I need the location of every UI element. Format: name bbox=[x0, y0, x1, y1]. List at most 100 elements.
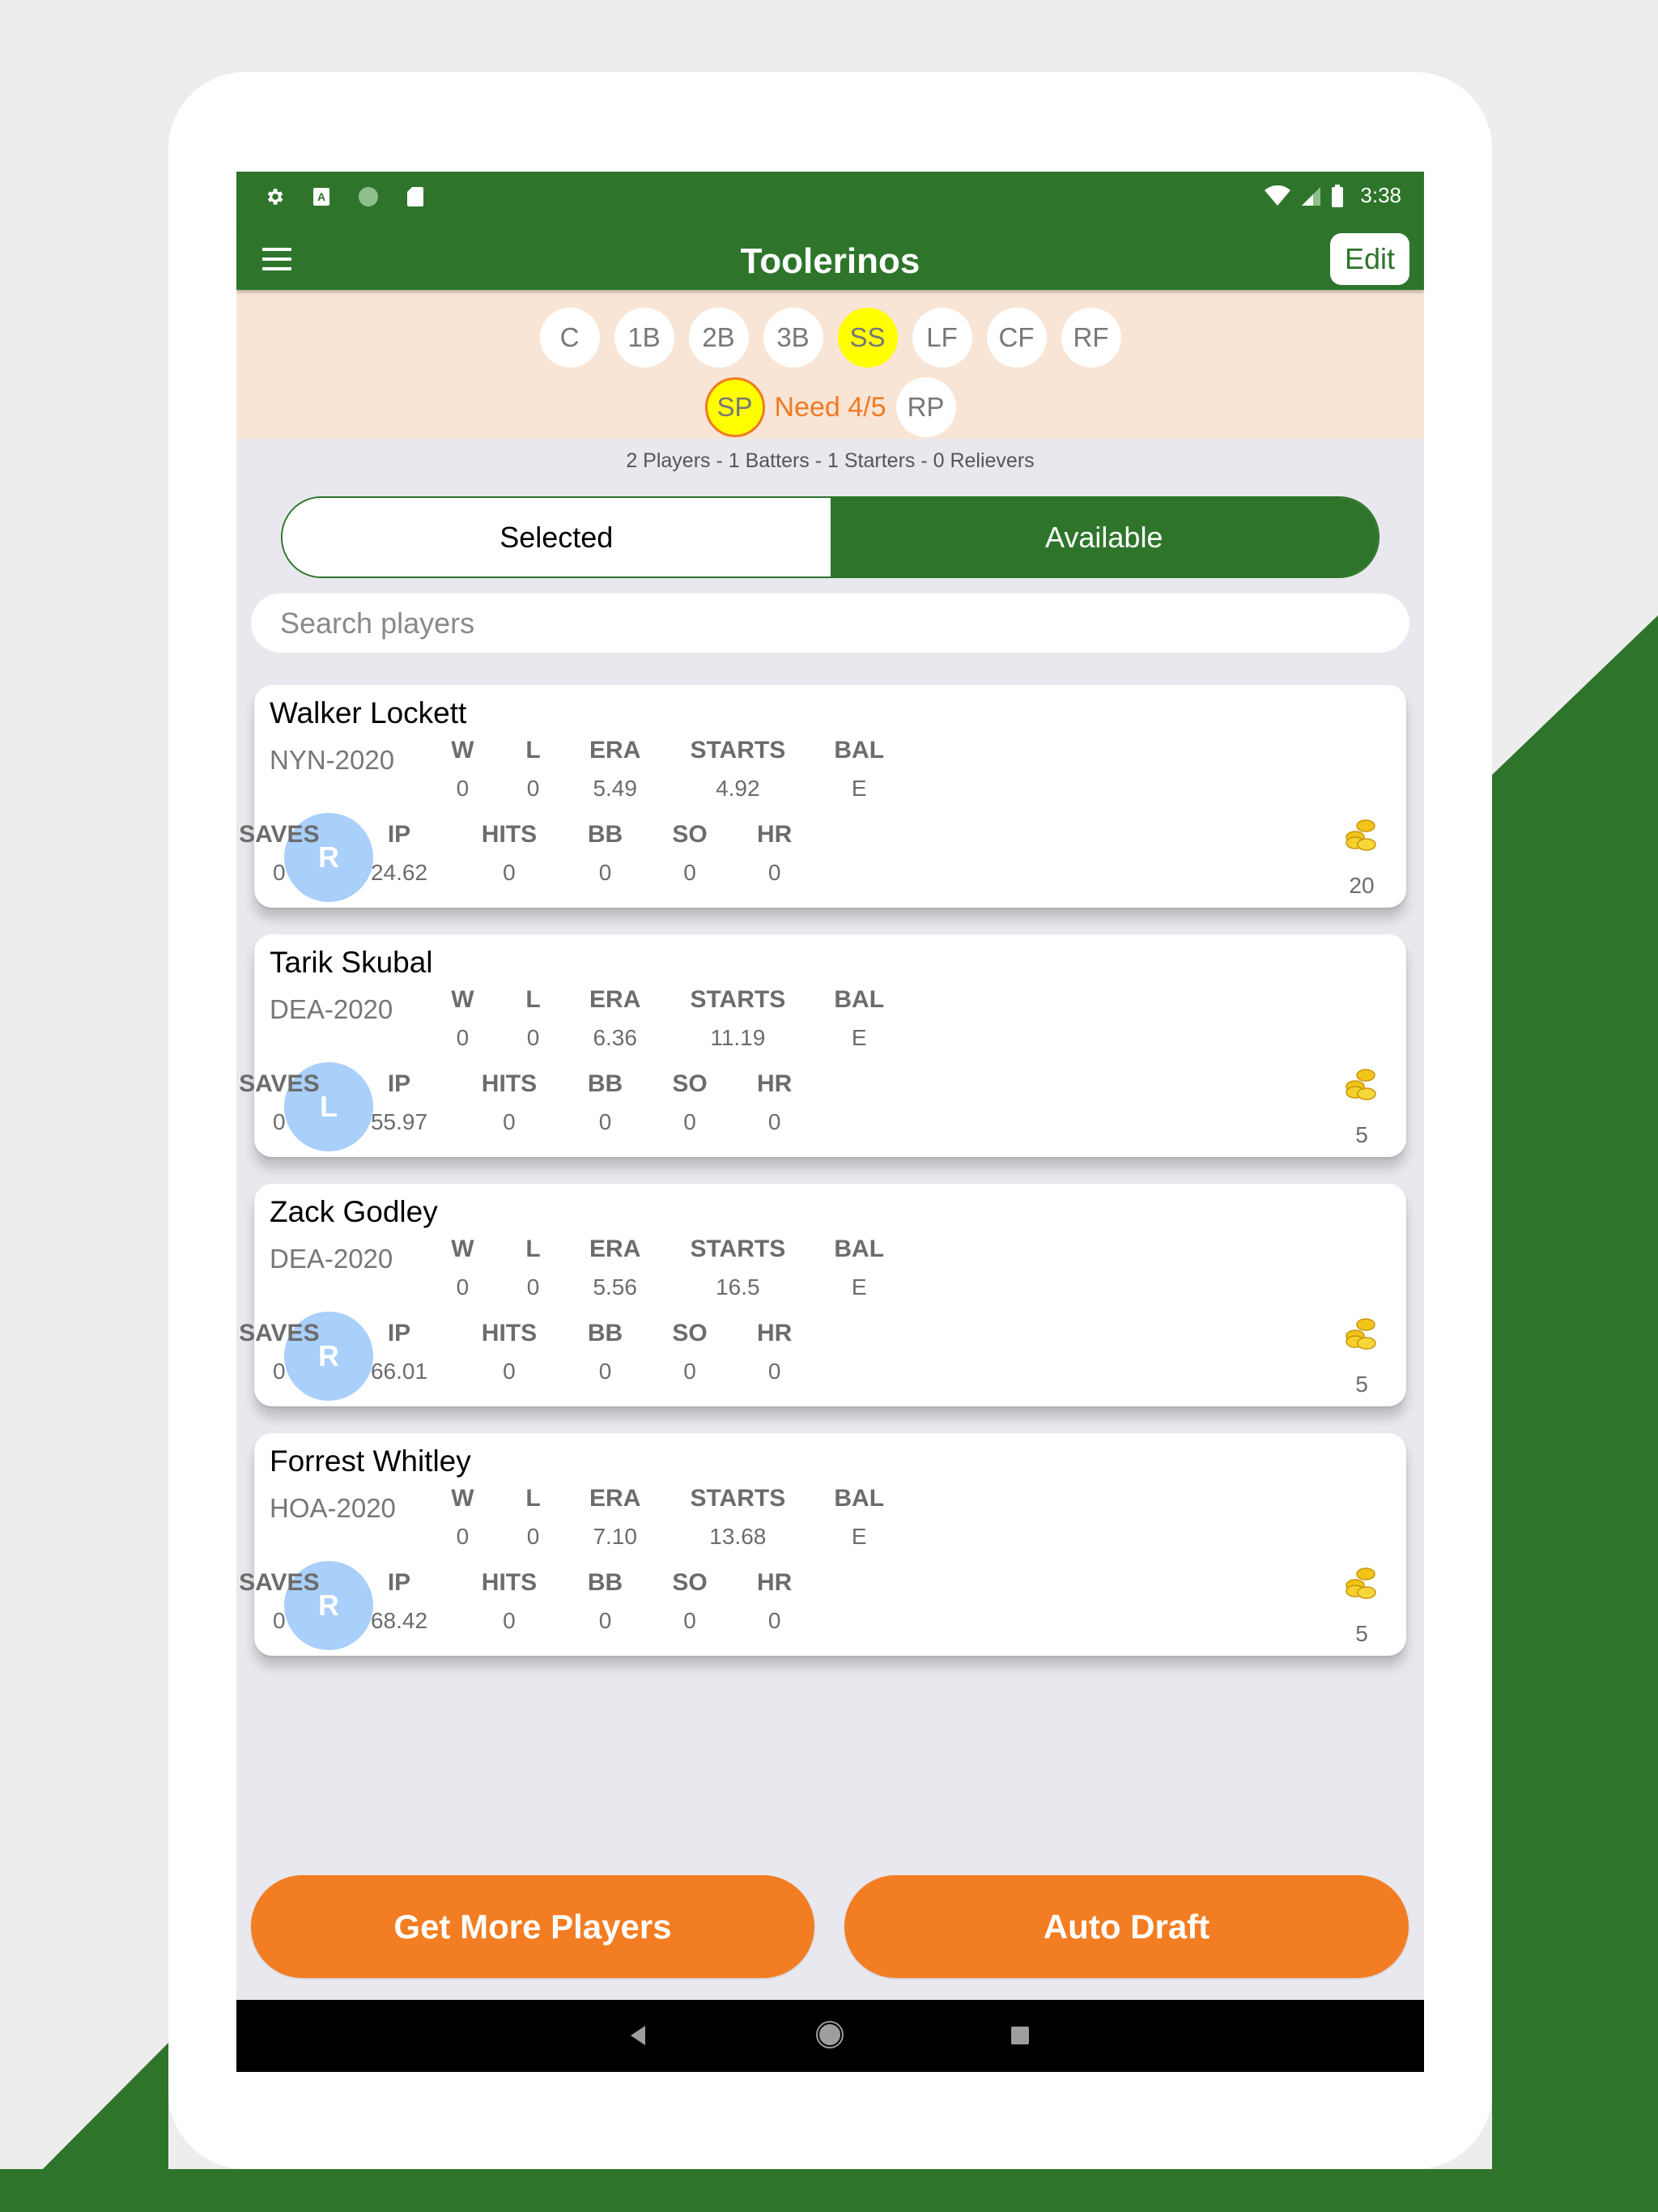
stat-label: ERA bbox=[589, 986, 641, 1013]
player-cost: 5 bbox=[1355, 1372, 1368, 1397]
stat-label: HR bbox=[756, 1070, 793, 1097]
stat-w: W0 bbox=[451, 1485, 474, 1550]
edit-button[interactable]: Edit bbox=[1329, 233, 1409, 285]
stat-value: 0 bbox=[767, 1608, 781, 1633]
stat-value: 0 bbox=[526, 1025, 540, 1050]
stat-value: 0 bbox=[598, 1608, 612, 1633]
home-icon[interactable] bbox=[818, 2023, 842, 2047]
position-rp[interactable]: RP bbox=[895, 377, 956, 437]
stat-era: ERA 5.49 bbox=[589, 737, 640, 802]
back-icon[interactable] bbox=[631, 2026, 645, 2045]
stat-hr: HR 0 bbox=[757, 1070, 792, 1135]
stat-label: BB bbox=[587, 1569, 623, 1596]
stat-value: E bbox=[851, 1025, 867, 1050]
position-3b[interactable]: 3B bbox=[763, 308, 823, 368]
position-cf[interactable]: CF bbox=[986, 308, 1047, 368]
stat-saves: SAVES 0 bbox=[239, 1569, 319, 1634]
player-cost: 5 bbox=[1355, 1122, 1368, 1147]
stat-saves: SAVES 0 bbox=[239, 1070, 319, 1135]
need-count: Need 4/5 bbox=[774, 391, 886, 423]
stat-label: BB bbox=[587, 1320, 623, 1346]
coins-icon bbox=[1346, 1566, 1378, 1602]
auto-draft-button[interactable]: Auto Draft bbox=[844, 1875, 1409, 1978]
tab-available[interactable]: Available bbox=[830, 498, 1378, 576]
get-more-players-button[interactable]: Get More Players bbox=[251, 1875, 814, 1978]
recents-icon[interactable] bbox=[1011, 2027, 1029, 2044]
stat-label: L bbox=[525, 737, 541, 764]
stat-value: E bbox=[851, 776, 867, 801]
stat-ip: IP 55.97 bbox=[371, 1070, 427, 1135]
stat-label: SAVES bbox=[239, 1569, 320, 1596]
player-card[interactable]: Zack Godley DEA-2020 R W 0 L 0 ERA 5.56 STARTS 16.… bbox=[239, 1184, 1406, 1406]
battery-icon bbox=[1332, 184, 1344, 207]
stat-label: IP bbox=[387, 821, 411, 848]
player-card[interactable]: Walker Lockett NYN-2020 R W 0 L 0 ERA 5.49 STARTS… bbox=[239, 685, 1406, 908]
player-card[interactable]: Forrest Whitley HOA-2020 R W 0 L 0 ERA 7.10 START… bbox=[239, 1433, 1406, 1656]
coins-icon bbox=[1346, 1317, 1378, 1352]
page-title: Toolerinos bbox=[740, 241, 920, 281]
position-ss[interactable]: SS bbox=[837, 308, 898, 368]
stat-label: IP bbox=[387, 1070, 411, 1097]
stat-starts: STARTS 13.68 bbox=[690, 1485, 785, 1550]
stat-w: W0 bbox=[451, 737, 474, 802]
stat-label: SAVES bbox=[239, 1320, 320, 1346]
stat-so: SO 0 bbox=[672, 1569, 707, 1634]
stat-value: 0 bbox=[273, 1109, 286, 1134]
stat-label: HR bbox=[756, 1569, 793, 1596]
stat-label: STARTS bbox=[690, 986, 786, 1013]
stat-label: IP bbox=[387, 1320, 411, 1346]
position-c[interactable]: C bbox=[539, 308, 600, 368]
stat-value: 7.10 bbox=[593, 1524, 637, 1549]
stat-label: SO bbox=[672, 1320, 708, 1346]
stat-starts: STARTS 16.5 bbox=[690, 1236, 785, 1300]
stat-value: 0 bbox=[456, 776, 470, 801]
position-lf[interactable]: LF bbox=[912, 308, 972, 368]
svg-text:A: A bbox=[317, 190, 325, 203]
stat-ip: IP 68.42 bbox=[371, 1569, 427, 1634]
stat-value: 0 bbox=[456, 1274, 470, 1300]
position-rf[interactable]: RF bbox=[1061, 308, 1121, 368]
stat-hits: HITS 0 bbox=[482, 1569, 537, 1634]
stat-label: HITS bbox=[481, 1070, 538, 1097]
player-name: Zack Godley bbox=[270, 1195, 438, 1228]
player-team: NYN-2020 bbox=[270, 745, 395, 775]
stat-label: BAL bbox=[834, 1236, 885, 1262]
stat-label: STARTS bbox=[690, 1236, 786, 1262]
position-1b[interactable]: 1B bbox=[614, 308, 674, 368]
position-sp[interactable]: SP bbox=[704, 377, 765, 437]
player-cost: 5 bbox=[1355, 1621, 1368, 1646]
stat-label: BB bbox=[587, 821, 623, 848]
player-name: Walker Lockett bbox=[270, 696, 467, 730]
stat-w: W0 bbox=[451, 1236, 474, 1300]
stat-value: 4.92 bbox=[716, 776, 760, 801]
status-bar: A 3:38 bbox=[236, 172, 1424, 228]
clock: 3:38 bbox=[1360, 183, 1401, 207]
stat-value: E bbox=[851, 1274, 867, 1300]
stat-value: 0 bbox=[503, 1359, 516, 1384]
wifi-icon bbox=[1265, 185, 1291, 206]
stat-so: SO 0 bbox=[672, 1070, 707, 1135]
stat-saves: SAVES 0 bbox=[239, 821, 319, 886]
stat-label: ERA bbox=[589, 1485, 641, 1512]
player-cost: 20 bbox=[1349, 873, 1375, 898]
stat-hr: HR 0 bbox=[757, 1320, 792, 1385]
stat-value: 11.19 bbox=[710, 1025, 766, 1050]
search-input[interactable] bbox=[251, 593, 1409, 653]
player-list: Walker Lockett NYN-2020 R W 0 L 0 ERA 5.49 STARTS… bbox=[239, 685, 1406, 1682]
sync-icon bbox=[359, 187, 378, 206]
player-card[interactable]: Tarik Skubal DEA-2020 L W 0 L 0 ERA 6.36 STARTS 11… bbox=[239, 934, 1406, 1157]
coins-icon bbox=[1346, 818, 1378, 853]
stat-so: SO 0 bbox=[672, 821, 707, 886]
stat-bal: BAL E bbox=[834, 1236, 884, 1300]
tab-selected[interactable]: Selected bbox=[283, 498, 831, 576]
stat-bb: BB 0 bbox=[588, 1569, 623, 1634]
position-selector: C 1B 2B 3B SS LF CF RF SP Need 4/5 RP bbox=[236, 290, 1424, 439]
stat-label: W bbox=[451, 986, 474, 1013]
position-2b[interactable]: 2B bbox=[688, 308, 749, 368]
settings-icon bbox=[267, 189, 283, 205]
stat-bal: BAL E bbox=[834, 986, 884, 1051]
stat-label: L bbox=[525, 1236, 541, 1262]
stat-value: 0 bbox=[767, 860, 781, 885]
stat-value: 5.56 bbox=[593, 1274, 637, 1300]
app-screen: A 3:38 Toolerinos Edit C 1B 2B 3B SS LF CF RF S… bbox=[236, 172, 1424, 2072]
